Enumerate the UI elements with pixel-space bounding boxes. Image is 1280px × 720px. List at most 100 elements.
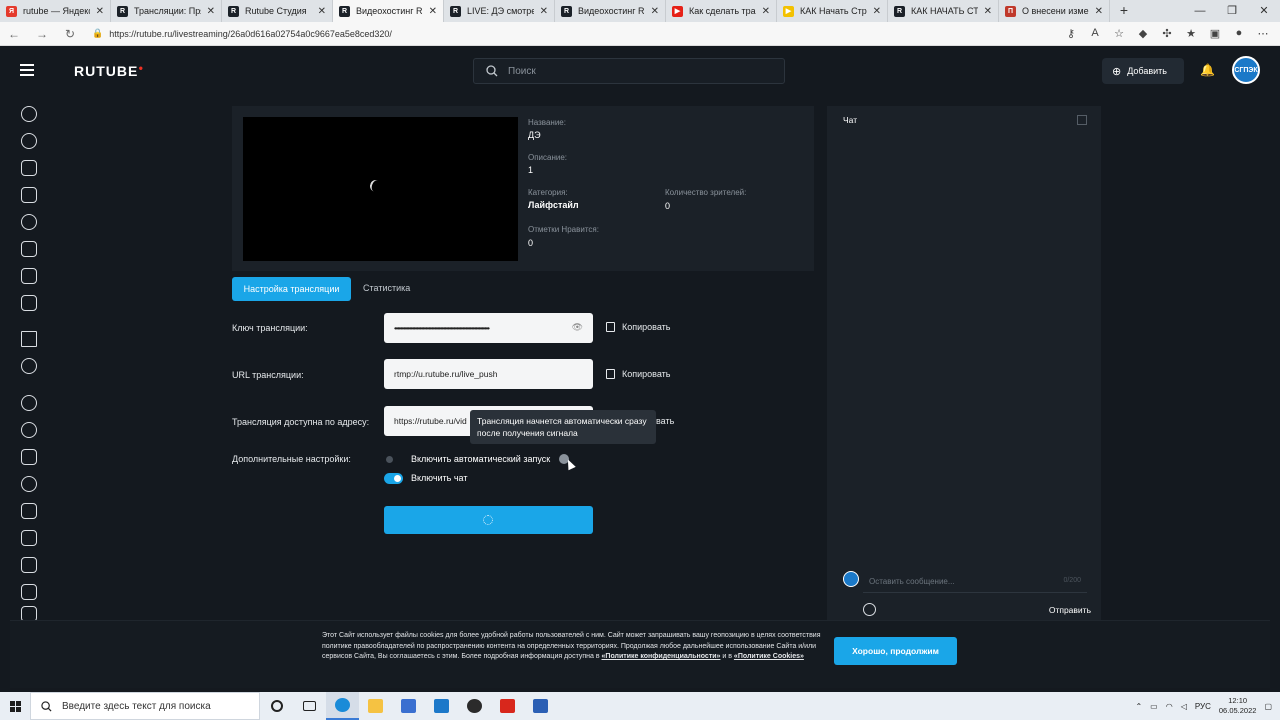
logo-text: RUTUBE: [74, 63, 139, 79]
reload-icon[interactable]: ↻: [56, 27, 84, 41]
back-icon[interactable]: ←: [0, 27, 28, 41]
favorites-icon[interactable]: ★: [1184, 27, 1198, 40]
stream-url-field[interactable]: rtmp://u.rutube.ru/live_push: [384, 359, 593, 389]
games-icon[interactable]: [21, 241, 37, 257]
close-tab-icon[interactable]: ✕: [1095, 6, 1103, 17]
close-tab-icon[interactable]: ✕: [762, 6, 770, 17]
shop-icon[interactable]: [21, 295, 37, 311]
obs-app-icon[interactable]: [458, 692, 491, 720]
mail-app-icon[interactable]: [425, 692, 458, 720]
close-tab-icon[interactable]: ✕: [318, 6, 326, 17]
wifi-icon[interactable]: ◠: [1166, 702, 1173, 711]
close-tab-icon[interactable]: ✕: [651, 6, 659, 17]
sport-icon[interactable]: [21, 395, 37, 411]
taskbar-search-input[interactable]: Введите здесь текст для поиска: [30, 692, 260, 720]
close-tab-icon[interactable]: ✕: [540, 6, 548, 17]
autostart-toggle[interactable]: [384, 454, 403, 465]
live-icon[interactable]: [21, 187, 37, 203]
popout-icon[interactable]: [1077, 115, 1087, 125]
audio-icon[interactable]: [21, 584, 37, 600]
basketball-icon[interactable]: [21, 422, 37, 438]
trending-icon[interactable]: [21, 133, 37, 149]
humor-icon[interactable]: [21, 449, 37, 465]
edge-app-icon[interactable]: [326, 692, 359, 720]
browser-tab[interactable]: ▶ КАК Начать Стри ✕: [777, 0, 888, 22]
close-window-icon[interactable]: ✕: [1248, 0, 1280, 22]
key-icon[interactable]: ⚷: [1064, 27, 1078, 40]
copy-address-button[interactable]: вать: [656, 416, 674, 426]
chevron-up-icon[interactable]: ⌃: [1135, 702, 1142, 711]
close-tab-icon[interactable]: ✕: [429, 6, 437, 17]
browser-tab[interactable]: R Видеохостинг Ru ✕: [333, 0, 444, 22]
subscriptions-icon[interactable]: [21, 160, 37, 176]
tab-favicon-icon: R: [339, 5, 350, 17]
browser-tab[interactable]: П О внесени измене ✕: [999, 0, 1110, 22]
tab-title: rutube — Яндекс: [23, 6, 90, 16]
clock[interactable]: 12:10 06.05.2022: [1219, 696, 1257, 716]
tab-statistics[interactable]: Статистика: [363, 283, 410, 293]
tab-stream-settings[interactable]: Настройка трансляции: [232, 277, 351, 301]
stream-key-field[interactable]: ••••••••••••••••••••••••••••••••••••••••…: [384, 313, 593, 343]
collections-icon[interactable]: ▣: [1208, 27, 1222, 40]
network-icon[interactable]: ▭: [1150, 702, 1158, 711]
browser-tab[interactable]: R Трансляции: Пря ✕: [111, 0, 222, 22]
chat-toggle[interactable]: [384, 473, 403, 484]
podcast-icon[interactable]: [21, 503, 37, 519]
minimize-icon[interactable]: —: [1184, 0, 1216, 22]
history-icon[interactable]: [21, 358, 37, 374]
privacy-policy-link[interactable]: «Политике конфиденциальности»: [602, 653, 721, 660]
task-view-icon[interactable]: [293, 692, 326, 720]
close-tab-icon[interactable]: ✕: [873, 6, 881, 17]
send-button[interactable]: Отправить: [1049, 605, 1091, 615]
extension-icon[interactable]: ◆: [1136, 27, 1150, 40]
cookie-accept-button[interactable]: Хорошо, продолжим: [834, 637, 957, 665]
eye-icon[interactable]: 👁: [572, 322, 583, 333]
windows-start-icon[interactable]: [0, 692, 30, 720]
puzzle-icon[interactable]: ✣: [1160, 27, 1174, 40]
word-app-icon[interactable]: [524, 692, 557, 720]
copy-url-button[interactable]: Копировать: [606, 369, 670, 379]
menu-icon[interactable]: [20, 64, 34, 76]
tv-icon[interactable]: [21, 268, 37, 284]
cortana-icon[interactable]: [260, 692, 293, 720]
browser-tab[interactable]: ▶ Как сделать тран ✕: [666, 0, 777, 22]
browser-tab[interactable]: R КАК НАЧАТЬ СТР ✕: [888, 0, 999, 22]
chat-message-input[interactable]: Оставить сообщение... 0/200: [863, 569, 1087, 593]
close-tab-icon[interactable]: ✕: [96, 6, 104, 17]
emoji-icon[interactable]: [863, 603, 876, 616]
maximize-icon[interactable]: ❐: [1216, 0, 1248, 22]
music-icon[interactable]: [21, 557, 37, 573]
acrobat-app-icon[interactable]: [491, 692, 524, 720]
new-tab-button[interactable]: +: [1110, 0, 1138, 22]
video-icon[interactable]: [21, 530, 37, 546]
browser-tab[interactable]: R Rutube Студия ✕: [222, 0, 333, 22]
favorite-star-icon[interactable]: ☆: [1112, 27, 1126, 40]
avatar[interactable]: СГПЭК: [1232, 56, 1260, 84]
rutube-logo[interactable]: RUTUBE●: [74, 63, 144, 79]
bookmark-icon[interactable]: [21, 331, 37, 347]
forward-icon[interactable]: →: [28, 27, 56, 41]
add-button[interactable]: ⊕ Добавить: [1102, 58, 1184, 84]
home-icon[interactable]: [21, 106, 37, 122]
close-tab-icon[interactable]: ✕: [207, 6, 215, 17]
store-app-icon[interactable]: [392, 692, 425, 720]
browser-tab[interactable]: R LIVE: ДЭ смотреть ✕: [444, 0, 555, 22]
url-field[interactable]: 🔒 https://rutube.ru/livestreaming/26a0d6…: [92, 24, 992, 44]
browser-tab[interactable]: Яrutube — Яндекс ✕: [0, 0, 111, 22]
language-indicator[interactable]: РУС: [1195, 702, 1211, 711]
bell-icon[interactable]: 🔔: [1200, 63, 1215, 77]
search-input[interactable]: Поиск: [473, 58, 785, 84]
start-stream-button[interactable]: [384, 506, 593, 534]
close-tab-icon[interactable]: ✕: [984, 6, 992, 17]
cookie-policy-link[interactable]: «Политике Cookies»: [734, 653, 804, 660]
auto-icon[interactable]: [21, 476, 37, 492]
read-aloud-icon[interactable]: A: [1088, 27, 1102, 40]
profile-icon[interactable]: ●: [1232, 27, 1246, 40]
copy-key-button[interactable]: Копировать: [606, 322, 670, 332]
explorer-app-icon[interactable]: [359, 692, 392, 720]
more-icon[interactable]: ⋯: [1256, 27, 1270, 40]
notifications-icon[interactable]: ▢: [1264, 702, 1272, 711]
volume-icon[interactable]: ◁: [1181, 702, 1187, 711]
kids-icon[interactable]: [21, 214, 37, 230]
browser-tab[interactable]: R Видеохостинг Ru ✕: [555, 0, 666, 22]
